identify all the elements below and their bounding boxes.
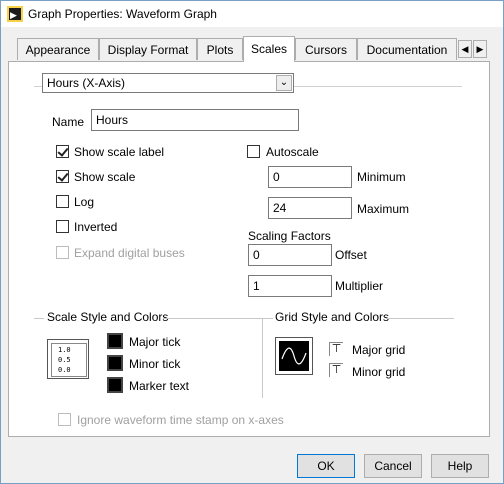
ignore-timestamp-label: Ignore waveform time stamp on x-axes [77, 413, 284, 427]
name-label: Name [52, 115, 85, 129]
scale-style-title: Scale Style and Colors [47, 310, 169, 324]
tab-cursors[interactable]: Cursors [295, 38, 357, 60]
svg-text:▶: ▶ [10, 11, 17, 21]
tab-appearance[interactable]: Appearance [17, 38, 99, 60]
help-button[interactable]: Help [431, 454, 489, 478]
grid-style-group-line [263, 318, 273, 319]
tab-strip: Appearance Display Format Plots Scales C… [0, 36, 502, 62]
scale-icon-tick: 1.0 [58, 346, 71, 354]
grid-style-preview [279, 341, 309, 371]
major-grid-label: Major grid [352, 343, 406, 357]
maximum-label: Maximum [357, 202, 410, 216]
waveform-icon [281, 347, 307, 365]
show-scale-checkbox[interactable] [56, 170, 69, 183]
log-checkbox[interactable] [56, 195, 69, 208]
expand-digital-buses-label: Expand digital buses [74, 246, 185, 260]
autoscale-checkbox[interactable] [247, 145, 260, 158]
grid-style-group-line [387, 318, 454, 319]
window-title: Graph Properties: Waveform Graph [28, 7, 217, 21]
tab-plots[interactable]: Plots [197, 38, 243, 60]
minor-tick-label: Minor tick [129, 357, 181, 371]
major-tick-color-swatch[interactable] [107, 333, 123, 349]
offset-label: Offset [335, 248, 367, 262]
marker-text-label: Marker text [129, 379, 190, 393]
autoscale-label: Autoscale [266, 145, 319, 159]
inverted-label: Inverted [74, 220, 118, 234]
show-scale-label: Show scale [74, 170, 136, 184]
show-scale-label-label: Show scale label [74, 145, 165, 159]
tab-documentation[interactable]: Documentation [357, 38, 457, 60]
scale-style-icon[interactable]: 1.0 0.5 0.0 [47, 339, 89, 379]
show-scale-label-checkbox[interactable] [56, 145, 69, 158]
major-tick-label: Major tick [129, 335, 181, 349]
scale-icon-tick: 0.5 [58, 356, 71, 364]
cancel-button[interactable]: Cancel [364, 454, 422, 478]
inverted-checkbox[interactable] [56, 220, 69, 233]
grid-style-title: Grid Style and Colors [275, 310, 390, 324]
expand-digital-buses-checkbox[interactable] [56, 246, 69, 259]
marker-text-color-swatch[interactable] [107, 377, 123, 393]
labview-app-icon: ▶ [7, 6, 23, 22]
scale-style-preview: 1.0 0.5 0.0 [51, 343, 87, 377]
minor-grid-label: Minor grid [352, 365, 406, 379]
scaling-factors-title: Scaling Factors [248, 229, 331, 243]
log-label: Log [74, 195, 95, 209]
maximum-input[interactable]: 24 [268, 197, 352, 219]
chevron-down-icon[interactable]: ⌄ [276, 75, 292, 91]
tab-scales[interactable]: Scales [243, 36, 295, 62]
scale-style-group-line [34, 318, 44, 319]
tab-scroll-right-icon[interactable]: ▶ [473, 40, 487, 58]
scale-select-value: Hours (X-Axis) [47, 76, 126, 90]
tab-scroll-left-icon[interactable]: ◀ [458, 40, 472, 58]
minimum-label: Minimum [357, 170, 406, 184]
minor-grid-icon[interactable]: ⊤ [329, 363, 343, 377]
ignore-timestamp-checkbox[interactable] [58, 413, 71, 426]
grid-style-icon[interactable] [275, 337, 313, 375]
minimum-input[interactable]: 0 [268, 166, 352, 188]
multiplier-input[interactable]: 1 [248, 275, 332, 297]
major-grid-icon[interactable]: ⊤ [329, 342, 343, 356]
scale-icon-tick: 0.0 [58, 366, 71, 374]
ok-button[interactable]: OK [297, 454, 355, 478]
minor-tick-color-swatch[interactable] [107, 355, 123, 371]
offset-input[interactable]: 0 [248, 244, 332, 266]
scale-style-group-line [163, 318, 262, 319]
scale-select[interactable]: Hours (X-Axis) ⌄ [42, 73, 294, 93]
tab-display-format[interactable]: Display Format [99, 38, 197, 60]
group-divider [262, 318, 263, 398]
name-input[interactable]: Hours [91, 109, 299, 131]
title-bar: ▶ Graph Properties: Waveform Graph [1, 1, 503, 27]
multiplier-label: Multiplier [335, 279, 384, 293]
